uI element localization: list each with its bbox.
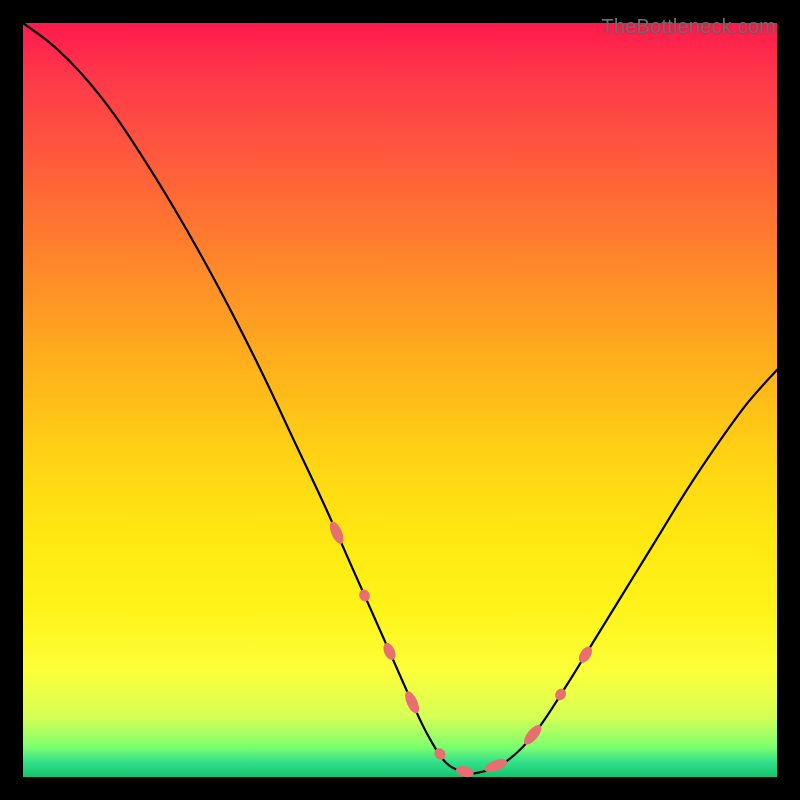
- highlight-dot: [357, 588, 371, 603]
- highlight-dot: [483, 756, 509, 774]
- highlight-dot: [381, 641, 398, 662]
- plot-area: [23, 23, 777, 777]
- bottleneck-curve: [23, 23, 777, 774]
- highlight-dots: [327, 520, 595, 779]
- chart-frame: TheBottleneck.com: [18, 18, 782, 782]
- highlight-dot: [455, 764, 475, 779]
- highlight-dot: [553, 687, 568, 703]
- highlight-dot: [327, 520, 346, 546]
- highlight-dot: [576, 644, 594, 665]
- bottleneck-curve-svg: [23, 23, 777, 777]
- highlight-dot: [402, 689, 422, 715]
- watermark-text: TheBottleneck.com: [601, 16, 776, 39]
